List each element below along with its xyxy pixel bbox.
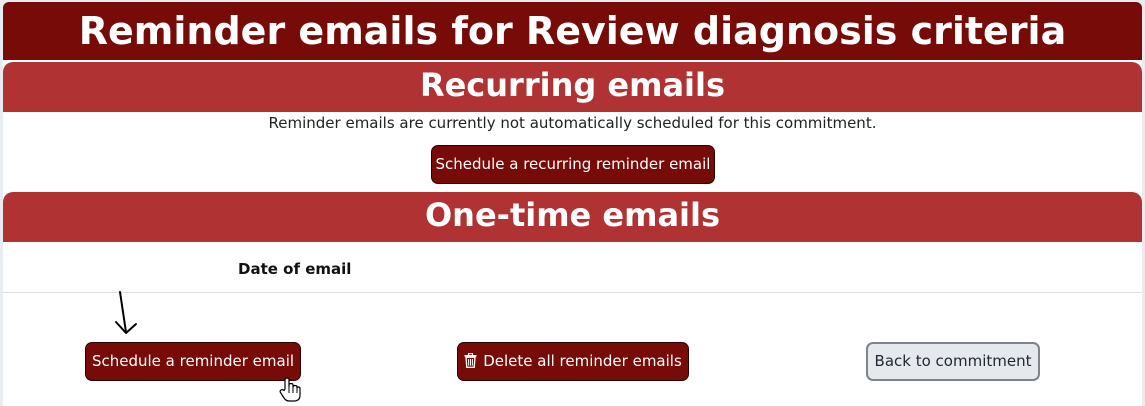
back-to-commitment-button[interactable]: Back to commitment — [866, 342, 1040, 381]
recurring-heading: Recurring emails — [3, 62, 1142, 112]
trash-icon — [464, 353, 477, 368]
recurring-status-text: Reminder emails are currently not automa… — [268, 114, 877, 132]
one-time-heading: One-time emails — [3, 192, 1142, 242]
delete-all-label: Delete all reminder emails — [483, 352, 682, 370]
delete-all-reminders-button[interactable]: Delete all reminder emails — [457, 342, 689, 381]
schedule-recurring-button[interactable]: Schedule a recurring reminder email — [431, 145, 715, 184]
column-header-date: Date of email — [238, 260, 352, 278]
schedule-reminder-button[interactable]: Schedule a reminder email — [85, 342, 301, 381]
page-title: Reminder emails for Review diagnosis cri… — [3, 2, 1142, 60]
hand-cursor-icon — [279, 377, 301, 402]
arrow-annotation-icon — [115, 291, 137, 334]
table-divider — [3, 292, 1142, 293]
